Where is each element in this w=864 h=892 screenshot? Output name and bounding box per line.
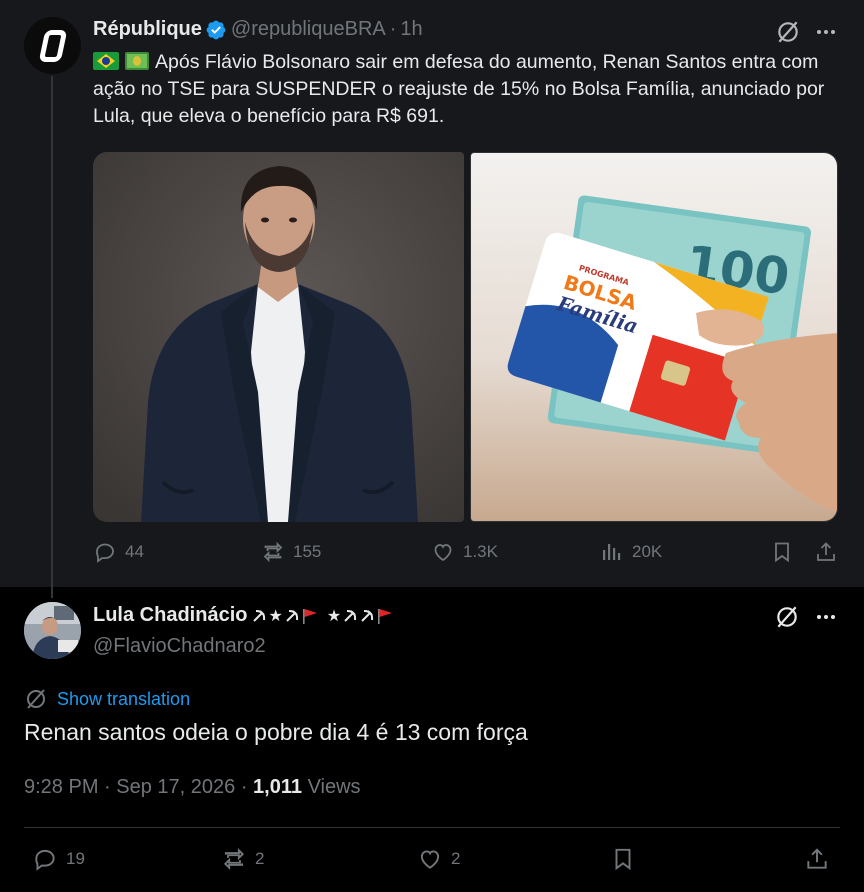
grok-icon[interactable] [775,19,801,45]
parent-repost-button[interactable]: 155 [261,540,321,564]
parent-like-button[interactable]: 1.3K [431,540,498,564]
main-tweet-text: Renan santos odeia o pobre dia 4 é 13 co… [24,719,528,745]
brazil-flag-icon [93,52,119,70]
main-share-button[interactable] [804,846,838,872]
man-in-suit-photo[interactable] [93,152,464,522]
thread-line [51,76,53,598]
translate-icon [27,689,45,709]
grok-icon[interactable] [774,604,800,630]
parent-tweet[interactable]: République @republiqueBRA · 1h Após Fláv… [0,0,864,598]
more-options-icon[interactable] [814,20,838,44]
parent-share-button[interactable] [814,540,846,564]
hammer-sickle-icon [286,609,298,622]
parent-text-body: Após Flávio Bolsonaro sair em defesa do … [93,51,825,127]
main-handle[interactable]: @FlavioChadnaro2 [93,635,266,658]
main-action-bar: 19 2 2 [24,846,840,876]
red-flag-icon [378,608,393,624]
bookmark-icon [775,542,789,563]
parent-bookmark-button[interactable] [770,540,802,564]
man-in-suit-illustration [93,152,464,522]
tweet-meta: 9:28 PM · Sep 17, 2026 · 1,011 Views [24,776,361,799]
like-icon [420,850,440,869]
repost-icon [223,847,245,871]
avatar-photo [24,602,81,659]
parent-like-count: 1.3K [463,542,498,561]
main-reply-count: 19 [66,849,85,868]
show-translation-link[interactable]: Show translation [24,687,190,711]
main-bookmark-button[interactable] [610,846,644,872]
parent-tweet-header: République @republiqueBRA · 1h [93,18,423,41]
parent-author-name[interactable]: République [93,18,202,41]
main-like-count: 2 [451,849,461,868]
star-icon: ★ [268,607,283,625]
parent-repost-count: 155 [293,542,322,561]
parent-views-button[interactable]: 20K [600,540,662,564]
red-flag-icon [302,608,317,624]
republique-avatar[interactable] [24,17,81,74]
parent-reply-button[interactable]: 44 [93,540,144,564]
bolsa-familia-illustration: 100 PROGRAMA BOLSA Família [471,153,837,521]
reply-icon [96,543,114,563]
star-icon: ★ [326,607,342,625]
reply-icon [35,849,55,871]
views-label: Views [307,776,361,798]
show-translation-label: Show translation [57,688,191,709]
divider [24,827,840,828]
main-repost-button[interactable]: 2 [221,846,264,872]
lula-chadinacio-avatar[interactable] [24,602,81,659]
parent-reply-count: 44 [125,542,144,561]
hammer-sickle-icon [361,609,374,622]
main-author-name: Lula Chadinácio [93,604,248,626]
main-like-button[interactable]: 2 [417,846,460,872]
tweet-timestamp[interactable]: 9:28 PM · Sep 17, 2026 [24,776,235,798]
meta-separator: · [240,776,248,798]
share-icon [817,542,835,561]
main-reply-button[interactable]: 19 [32,846,85,872]
parent-action-bar: 44 155 1.3K 20K [93,540,838,570]
hammer-sickle-icon [253,609,266,622]
repost-icon [263,541,283,563]
verified-badge-icon [206,20,226,39]
main-repost-count: 2 [255,849,265,868]
parent-time[interactable]: 1h [400,18,422,41]
bookmark-icon [615,848,631,871]
views-icon [603,544,621,560]
more-options-icon[interactable] [814,605,838,629]
header-separator: · [389,18,397,40]
money-icon [125,52,149,70]
parent-views-count: 20K [632,542,663,561]
views-count: 1,011 [253,776,302,798]
hammer-sickle-icon [344,609,357,622]
main-author-name-row[interactable]: Lula Chadinácio ★ ★ [93,604,396,627]
parent-handle[interactable]: @republiqueBRA [231,18,386,41]
like-icon [434,544,452,562]
share-icon [807,848,827,869]
name-emojis: ★ ★ [251,606,396,626]
parent-tweet-text: Após Flávio Bolsonaro sair em defesa do … [93,49,833,130]
bolsa-familia-card-photo[interactable]: 100 PROGRAMA BOLSA Família [470,152,838,522]
republique-logo [38,29,67,62]
